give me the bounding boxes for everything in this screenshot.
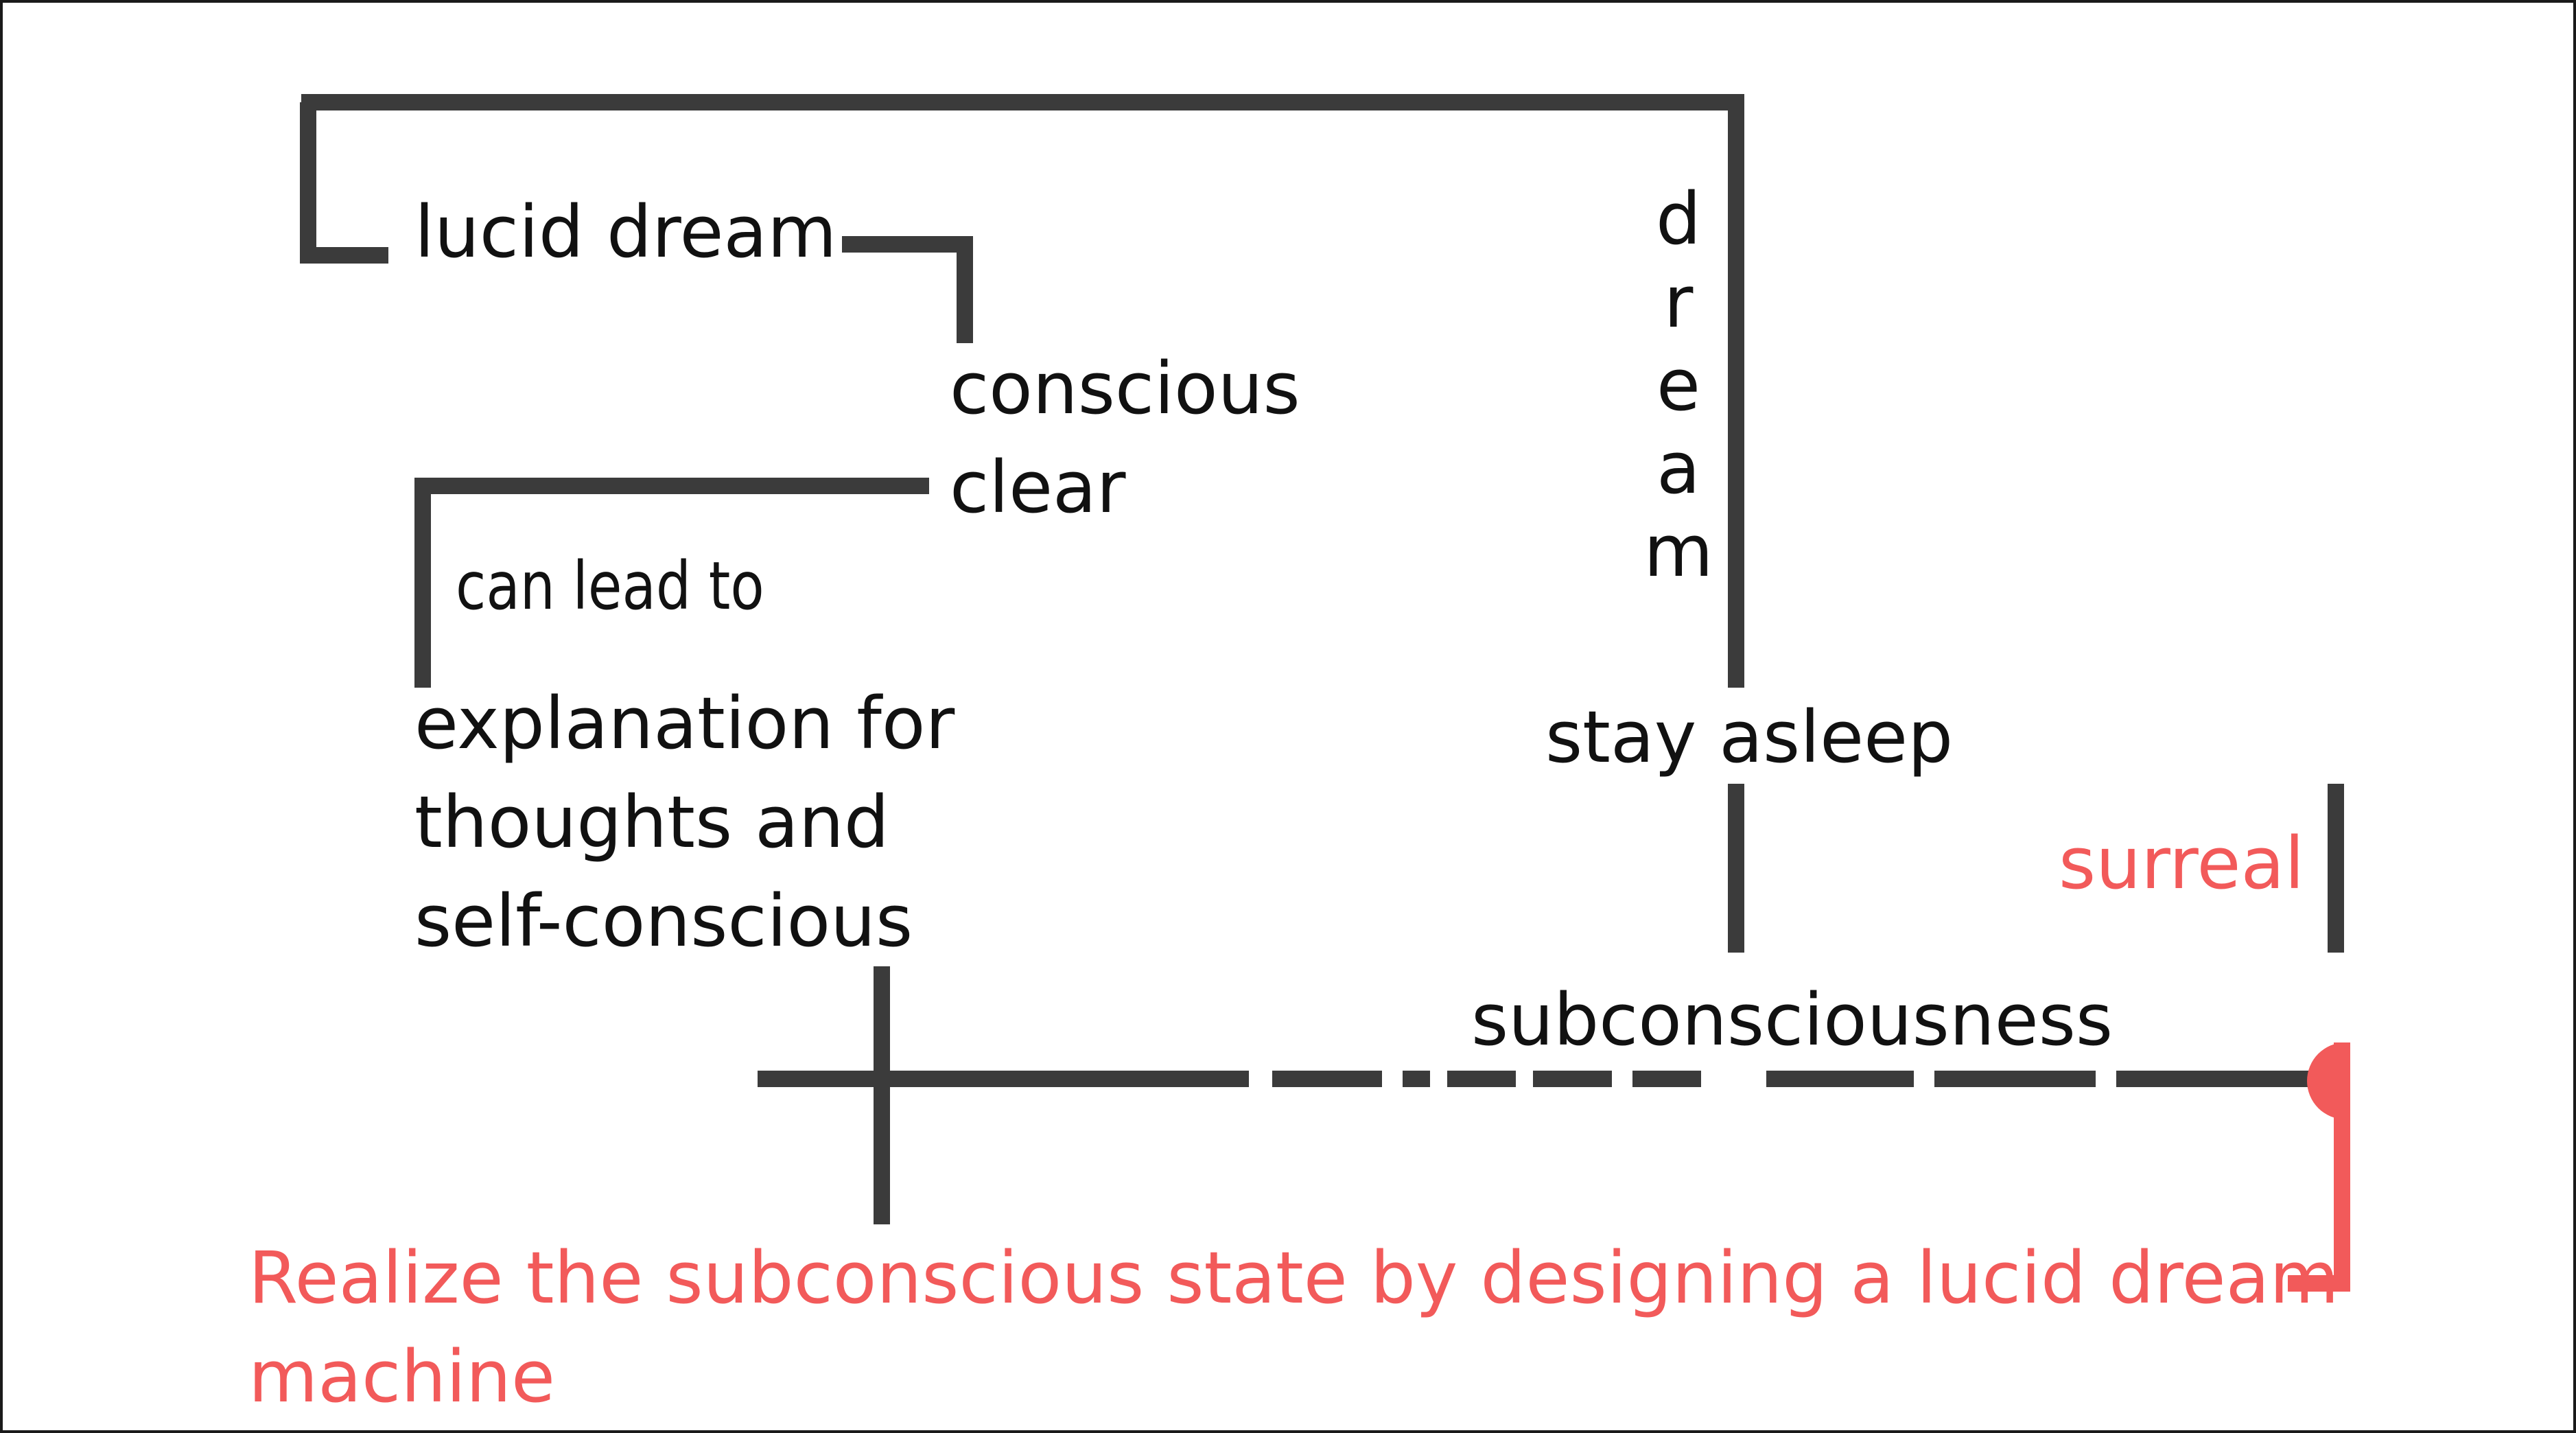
can-lead-to-label: can lead to bbox=[456, 548, 764, 625]
clear-label: clear bbox=[950, 445, 1126, 529]
explanation-line: explanation for bbox=[414, 681, 955, 765]
dream-letter: d bbox=[1655, 177, 1701, 261]
realize-line: Realize the subconscious state by design… bbox=[248, 1236, 2339, 1320]
stay-asleep-label: stay asleep bbox=[1545, 695, 1954, 779]
connector-lines bbox=[300, 94, 2350, 1292]
explanation-label: explanation for thoughts and self-consci… bbox=[414, 674, 955, 970]
explanation-line: thoughts and bbox=[414, 780, 889, 864]
dream-letter: e bbox=[1656, 343, 1700, 427]
lucid-to-conscious-connector bbox=[842, 236, 973, 343]
explanation-line: self-conscious bbox=[414, 879, 913, 963]
dream-letter: m bbox=[1643, 509, 1713, 593]
lucid-dream-left-bracket bbox=[300, 102, 388, 264]
surreal-label: surreal bbox=[2059, 822, 2305, 905]
diagram-canvas: lucid dream conscious clear can lead to … bbox=[0, 0, 2576, 1433]
dream-vertical-label: d r e a m bbox=[1624, 178, 1733, 593]
realize-statement: Realize the subconscious state by design… bbox=[248, 1228, 2339, 1426]
dream-letter: a bbox=[1656, 426, 1700, 510]
lucid-dream-label: lucid dream bbox=[414, 190, 837, 274]
conscious-label: conscious bbox=[950, 347, 1300, 430]
subconsciousness-label: subconsciousness bbox=[1471, 978, 2114, 1062]
realize-line: machine bbox=[248, 1335, 555, 1419]
dream-letter: r bbox=[1663, 260, 1694, 344]
